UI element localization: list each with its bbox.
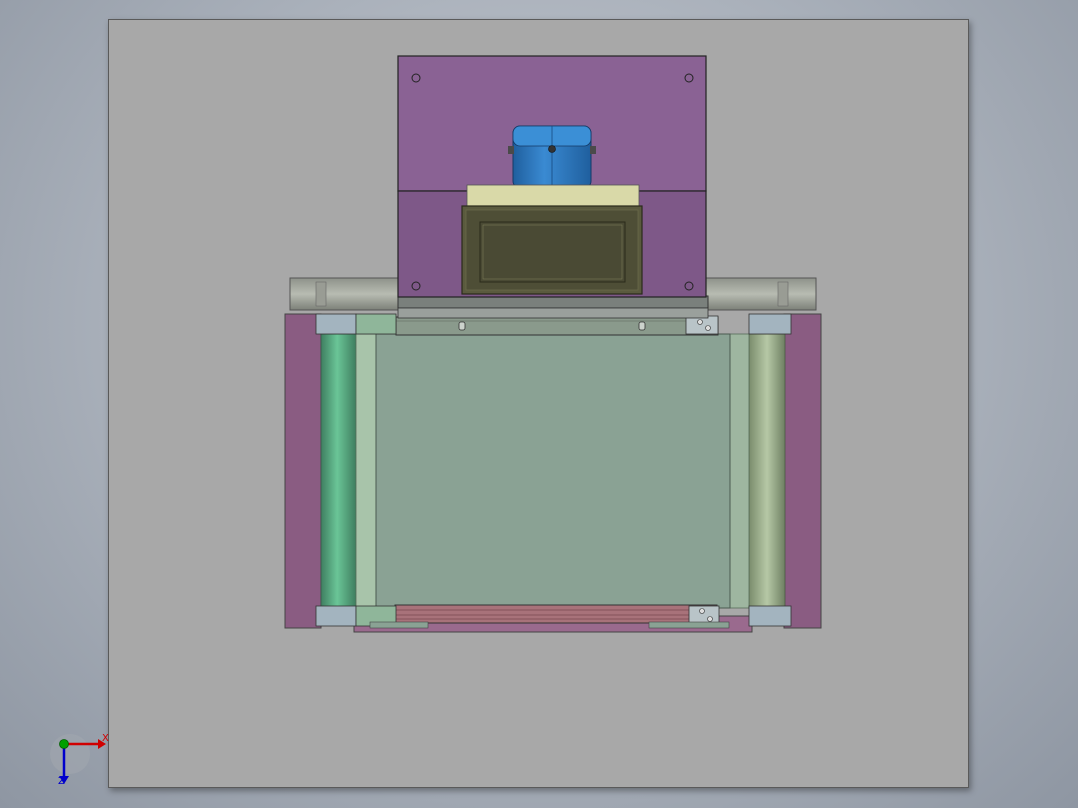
display-panel (461, 205, 643, 295)
right-side-frame (783, 313, 822, 629)
bottom-rail (394, 604, 718, 624)
left-drum (289, 277, 401, 311)
conveyor-bed (375, 333, 731, 609)
cad-model-front-view[interactable] (0, 0, 1078, 808)
motor (508, 125, 596, 189)
left-side-frame (284, 313, 322, 629)
display-top-bezel (466, 184, 640, 208)
right-roller (748, 333, 786, 609)
right-inner-guide (728, 333, 750, 609)
corner-bracket-top-left (315, 313, 397, 335)
left-roller (320, 333, 358, 609)
right-drum (705, 277, 817, 311)
x-axis-label: X (102, 733, 109, 744)
top-rail (395, 316, 719, 336)
housing-mount-plate (397, 295, 709, 309)
z-axis-label: Z (58, 776, 65, 787)
left-inner-guide (355, 333, 379, 609)
housing-mount-lip (397, 307, 709, 319)
